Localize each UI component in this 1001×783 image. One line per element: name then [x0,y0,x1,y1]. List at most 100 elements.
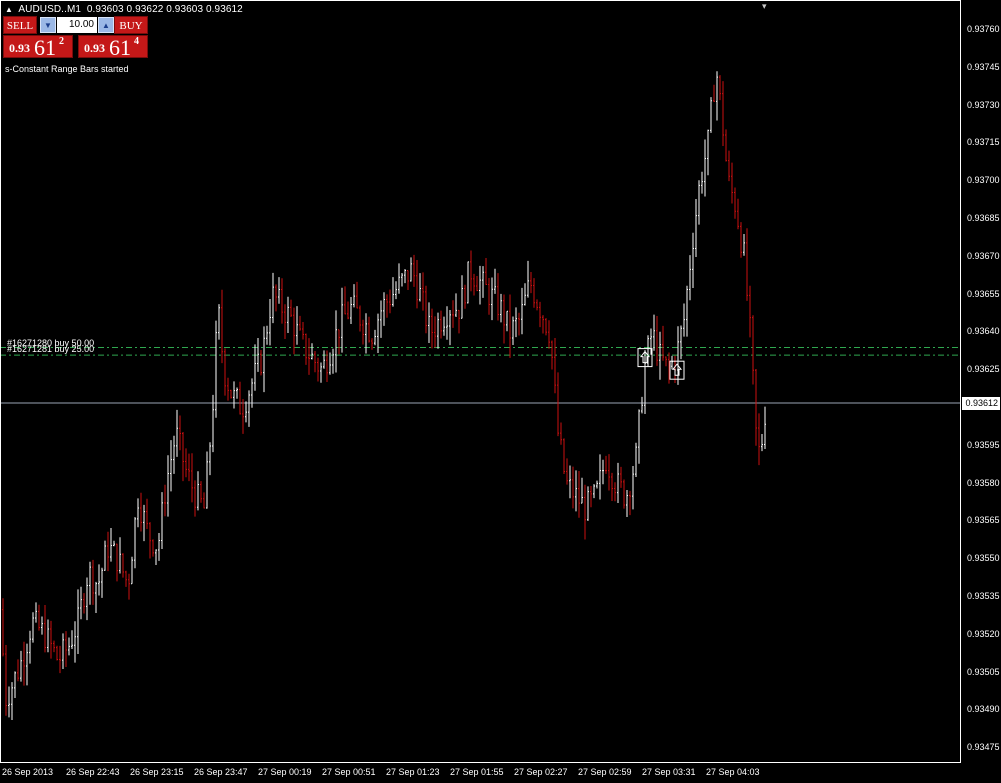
price-bar [101,567,103,598]
price-bar [524,283,526,306]
price-bar [410,257,412,282]
price-bar [287,296,289,333]
order-label[interactable]: #16271281 buy 25.00 [7,344,94,354]
price-bar [92,559,94,605]
price-bar [146,498,148,530]
price-bar [680,325,682,360]
price-bar [557,372,559,437]
lot-decrease-icon[interactable]: ▼ [40,17,56,33]
lot-increase-icon[interactable]: ▲ [98,17,114,33]
price-bar [200,481,202,503]
price-bar [572,466,574,509]
price-bar [596,480,598,489]
price-bar [473,273,475,296]
sell-button[interactable]: SELL [3,16,37,34]
price-bar [485,257,487,286]
price-bar [230,389,232,399]
buy-button[interactable]: BUY [114,16,148,34]
price-bar [701,171,703,194]
price-bar [389,289,391,314]
price-bar [386,294,388,318]
price-bar [644,350,646,414]
price-bar [227,377,229,401]
price-bar [440,310,442,339]
ohlc-values: 0.93603 0.93622 0.93603 0.93612 [86,4,243,15]
price-tick-label: 0.93490 [967,704,1000,715]
price-bar [23,641,25,686]
price-bar [311,343,313,360]
price-bar [467,261,469,304]
price-bar [398,263,400,294]
price-bar [422,272,424,311]
price-tick-label: 0.93655 [967,288,1000,299]
price-bar [419,273,421,302]
time-tick-label: 27 Sep 01:23 [386,767,440,777]
price-bar [278,277,280,304]
price-bar [173,435,175,474]
price-tick-label: 0.93595 [967,439,1000,450]
collapse-icon[interactable]: ▾ [762,1,767,12]
chart-canvas[interactable] [0,0,1001,783]
price-bar [395,281,397,300]
price-bar [83,593,85,614]
sell-price-button[interactable]: 0.93 61 2 [3,35,73,60]
price-bar [683,303,685,337]
time-tick-label: 26 Sep 22:43 [66,767,120,777]
price-bar [56,645,58,661]
lot-size-input[interactable]: 10.00 [57,17,97,33]
price-bar [296,306,298,345]
price-bar [638,409,640,464]
price-bar [545,318,547,336]
price-bar [8,686,10,718]
price-bar [734,187,736,219]
price-bar [191,453,193,503]
price-bar [488,277,490,315]
price-bar [38,604,40,631]
time-tick-label: 26 Sep 23:15 [130,767,184,777]
price-bar [689,255,691,301]
price-bar [26,643,28,686]
price-bar [599,454,601,500]
price-bar [677,326,679,385]
price-bar [665,356,667,367]
price-bar [137,498,139,528]
price-tick-label: 0.93685 [967,213,1000,223]
price-bar [470,250,472,292]
price-bar [713,84,715,102]
price-bar [743,233,745,256]
price-bar [710,97,712,133]
price-bar [371,338,373,350]
price-bar [290,299,292,317]
price-bar [152,539,154,557]
price-bar [113,540,115,547]
price-bar [119,537,121,574]
price-bar [140,492,142,532]
price-bar [707,129,709,176]
price-bar [242,399,244,434]
price-bar [476,275,478,292]
price-bar [671,355,673,370]
price-bar [281,278,283,324]
price-bar [158,532,160,561]
current-price-label: 0.93612 [962,396,1000,410]
price-bar [521,287,523,335]
price-bar [125,570,127,587]
price-bar [653,314,655,351]
price-bar [620,466,622,488]
chart-header: ▲ AUDUSD..M1 0.93603 0.93622 0.93603 0.9… [5,4,243,15]
price-bar [608,454,610,491]
price-bar [104,540,106,571]
price-bar [320,362,322,383]
price-bar [533,278,535,308]
price-bar [449,309,451,346]
price-bar [35,602,37,623]
price-bar [506,310,508,332]
price-bar [755,369,757,446]
price-bar [266,325,268,345]
price-bar [161,492,163,550]
price-bar [68,637,70,656]
buy-price-button[interactable]: 0.93 61 4 [78,35,148,60]
buy-price-fraction: 4 [134,36,139,47]
price-tick-label: 0.93520 [967,628,1000,639]
price-bar [686,285,688,337]
